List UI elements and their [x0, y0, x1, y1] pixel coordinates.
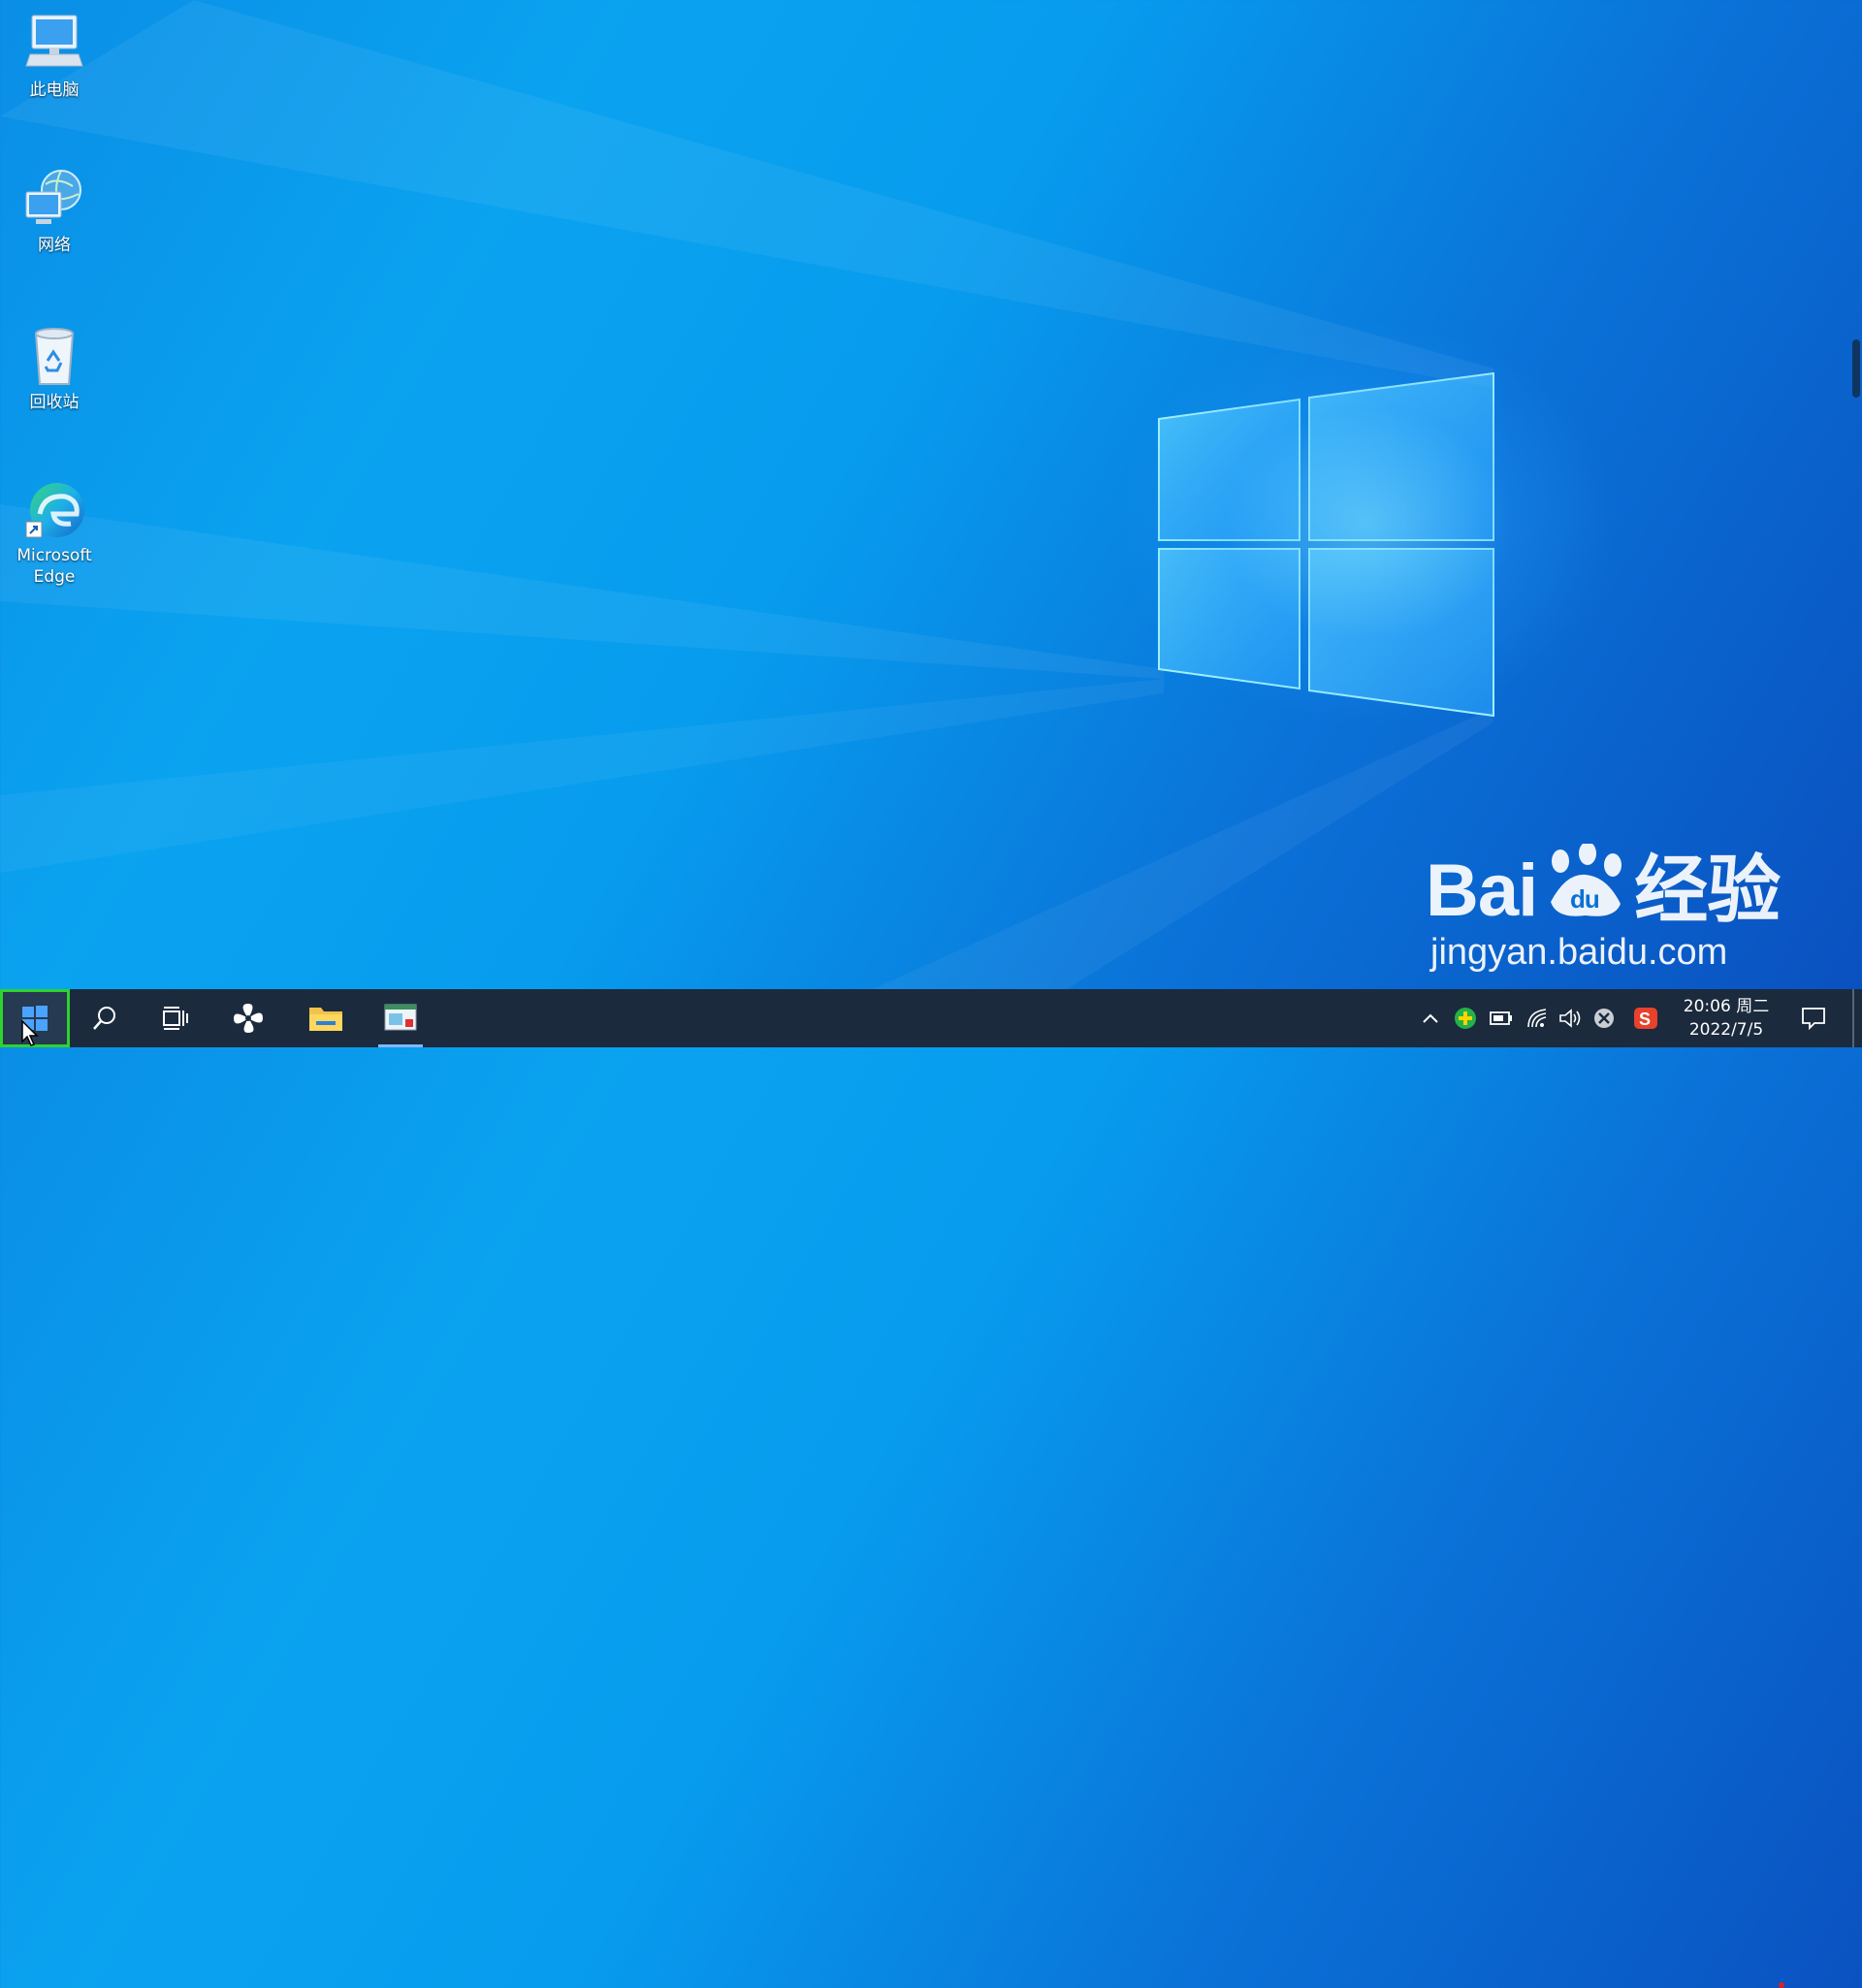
search-button[interactable]	[78, 989, 132, 1047]
watermark-brand-cn: 经验	[1634, 850, 1781, 932]
file-explorer-button[interactable]	[297, 989, 355, 1047]
taskbar-app-active[interactable]	[370, 989, 431, 1047]
svg-text:du: du	[1570, 884, 1599, 914]
network-globe-icon	[25, 170, 81, 224]
show-desktop-button[interactable]	[1852, 989, 1854, 1047]
baidu-watermark: Bai du 经验 jingyan.baidu.com	[1426, 842, 1794, 973]
baidu-paw-icon: du	[1551, 842, 1622, 916]
tray-volume[interactable]	[1556, 989, 1587, 1047]
taskbar: S 20:06 周二 2022/7/5	[0, 989, 1862, 1988]
desktop-icon-network[interactable]: 网络	[6, 167, 103, 256]
watermark-url: jingyan.baidu.com	[1430, 932, 1728, 973]
green-plus-shield-icon	[1455, 1008, 1476, 1029]
watermark-brand: Bai	[1426, 850, 1538, 932]
sogou-ime-icon: S	[1634, 1008, 1657, 1029]
battery-icon	[1490, 1011, 1512, 1025]
window-app-icon	[384, 1004, 417, 1031]
taskbar-clock[interactable]: 20:06 周二 2022/7/5	[1678, 995, 1775, 1042]
tray-network[interactable]	[1523, 989, 1554, 1047]
computer-icon	[25, 15, 83, 67]
task-view-button[interactable]	[147, 989, 202, 1047]
desktop-icon-label: 回收站	[29, 393, 80, 412]
desktop-icon-microsoft-edge[interactable]: Microsoft Edge	[6, 477, 103, 588]
mouse-cursor-icon	[21, 1020, 39, 1046]
chevron-up-icon	[1423, 1013, 1438, 1023]
close-circle-icon	[1594, 1009, 1614, 1028]
task-view-icon	[163, 1007, 188, 1030]
desktop-icon-this-pc[interactable]: 此电脑	[6, 12, 103, 101]
taskbar-app-pinwheel[interactable]	[219, 989, 277, 1047]
tray-security-app[interactable]	[1451, 989, 1480, 1047]
clock-time-day: 20:06 周二	[1683, 997, 1770, 1016]
desktop-icon-label: 网络	[38, 236, 71, 255]
tray-input-method[interactable]: S	[1629, 989, 1662, 1047]
wifi-icon	[1527, 1009, 1547, 1028]
folder-icon	[309, 1008, 342, 1031]
action-center-button[interactable]	[1792, 989, 1835, 1047]
show-hidden-icons-button[interactable]	[1416, 989, 1445, 1047]
pinwheel-app-icon	[234, 1004, 263, 1033]
notification-dot	[1779, 1982, 1784, 1988]
wallpaper-glow	[1115, 320, 1620, 727]
desktop-icon-label: Microsoft Edge	[16, 546, 92, 587]
clock-date: 2022/7/5	[1688, 1020, 1764, 1040]
speaker-icon	[1559, 1009, 1581, 1028]
desktop-icon-recycle-bin[interactable]: 回收站	[6, 324, 103, 413]
edge-icon	[25, 483, 84, 538]
svg-text:S: S	[1639, 1010, 1651, 1029]
notification-icon	[1802, 1008, 1825, 1030]
desktop-icon-label: 此电脑	[29, 80, 80, 100]
edge-scroll-indicator	[1852, 339, 1860, 398]
recycle-bin-icon	[34, 328, 75, 385]
search-icon	[93, 1007, 115, 1030]
tray-app-closed[interactable]	[1589, 989, 1620, 1047]
tray-battery[interactable]	[1486, 989, 1517, 1047]
